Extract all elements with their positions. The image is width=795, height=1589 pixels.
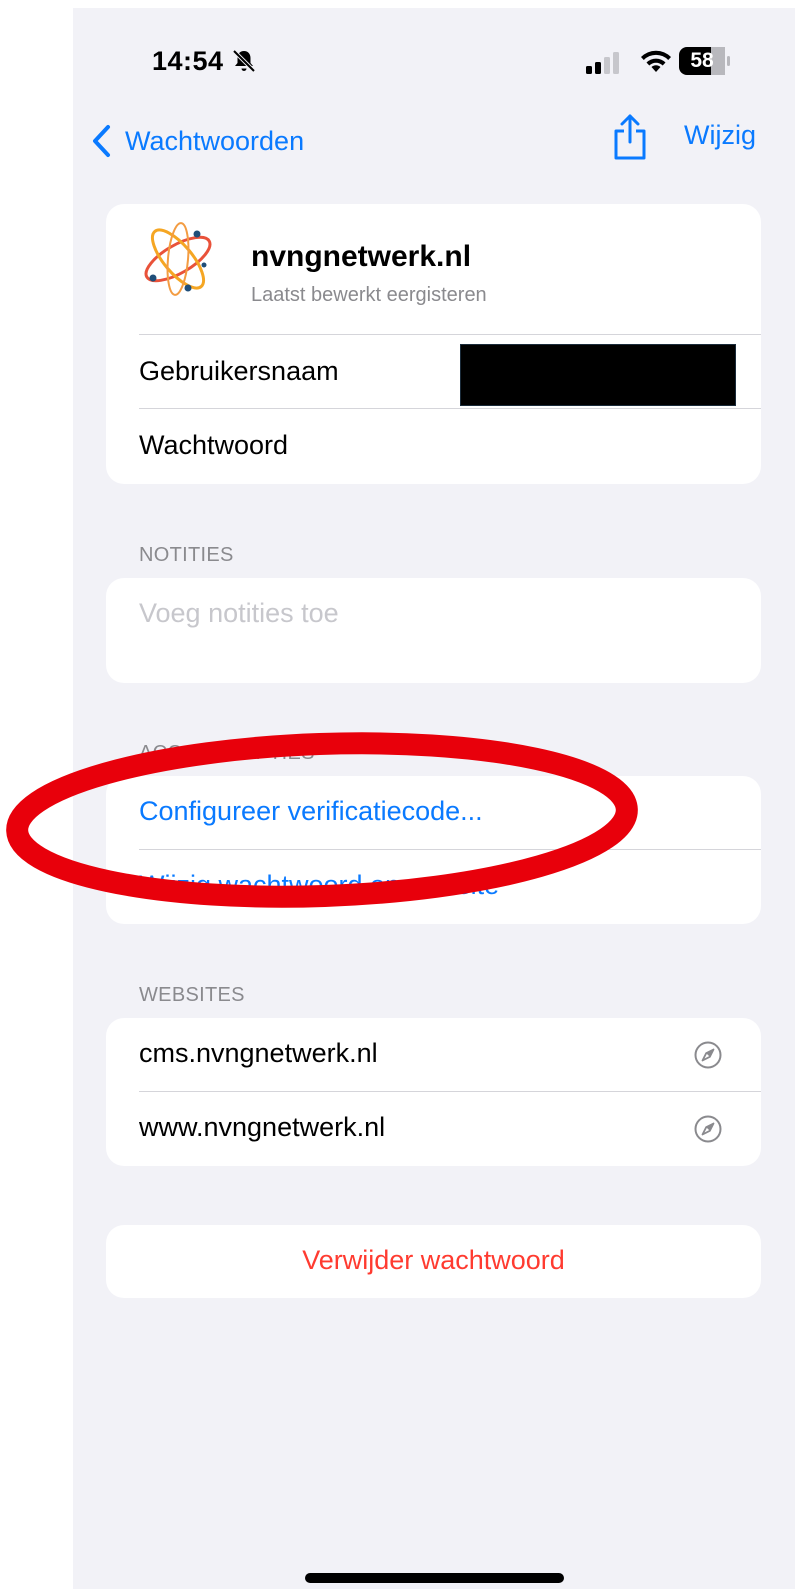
websites-header: WEBSITES xyxy=(139,984,245,1006)
back-label: Wachtwoorden xyxy=(125,125,305,156)
divider xyxy=(139,334,761,335)
password-detail-screen: 14:54 58 Wachtwoorden Wijzig nvngnetwerk… xyxy=(73,8,795,1589)
compass-icon[interactable] xyxy=(693,1114,723,1144)
website-item[interactable]: www.nvngnetwerk.nl xyxy=(139,1112,385,1143)
delete-password-label: Verwijder wachtwoord xyxy=(302,1245,565,1275)
configure-verification-code-button[interactable]: Configureer verificatiecode... xyxy=(139,796,483,827)
username-label: Gebruikersnaam xyxy=(139,356,339,386)
bell-slash-icon xyxy=(232,49,256,73)
websites-card: cms.nvngnetwerk.nl www.nvngnetwerk.nl xyxy=(106,1018,761,1166)
back-button[interactable]: Wachtwoorden xyxy=(91,116,304,166)
password-label[interactable]: Wachtwoord xyxy=(139,430,288,461)
signal-icon xyxy=(586,52,619,74)
notes-placeholder: Voeg notities toe xyxy=(139,598,339,628)
username-value-redacted[interactable] xyxy=(460,344,736,406)
website-item[interactable]: cms.nvngnetwerk.nl xyxy=(139,1038,378,1069)
divider xyxy=(139,408,761,409)
site-title: nvngnetwerk.nl xyxy=(251,240,472,273)
chevron-left-icon xyxy=(93,125,110,157)
site-logo-icon xyxy=(144,222,212,296)
account-options-card: Configureer verificatiecode... Wijzig wa… xyxy=(106,776,761,924)
notes-field[interactable]: Voeg notities toe xyxy=(106,578,761,683)
wifi-icon xyxy=(641,50,671,72)
divider xyxy=(139,849,761,850)
notes-header: NOTITIES xyxy=(139,544,234,566)
account-options-header: ACCOUNTOPTIES xyxy=(139,742,315,764)
divider xyxy=(139,1091,761,1092)
home-indicator xyxy=(305,1573,564,1583)
change-password-on-website-button[interactable]: Wijzig wachtwoord op website xyxy=(139,870,499,901)
delete-password-button[interactable]: Verwijder wachtwoord xyxy=(106,1225,761,1298)
share-icon[interactable] xyxy=(611,112,649,162)
edit-button[interactable]: Wijzig xyxy=(684,120,756,151)
battery-level: 58 xyxy=(690,49,714,72)
last-edited-text: Laatst bewerkt eergisteren xyxy=(251,284,487,306)
account-card: nvngnetwerk.nl Laatst bewerkt eergistere… xyxy=(106,204,761,484)
compass-icon[interactable] xyxy=(693,1040,723,1070)
status-time: 14:54 xyxy=(152,46,224,76)
